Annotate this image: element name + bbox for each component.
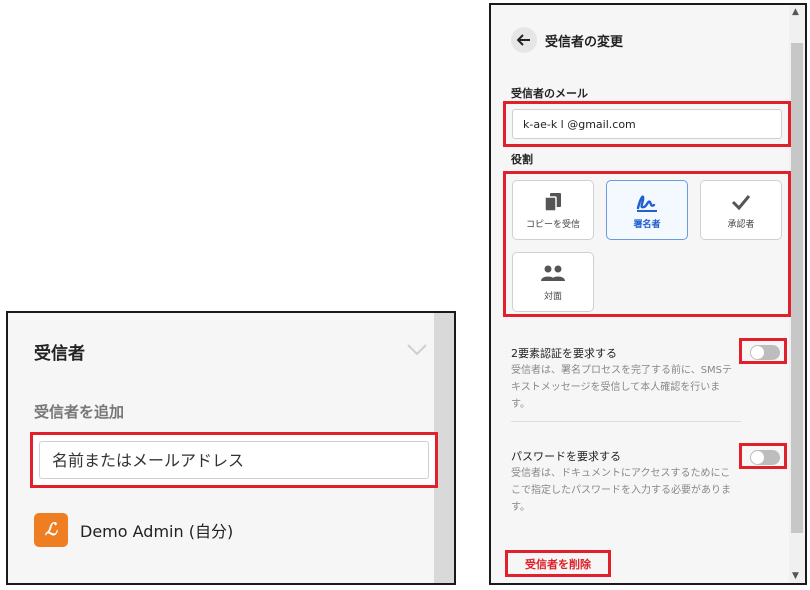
role-option-copy[interactable]: コピーを受信 xyxy=(512,180,594,240)
highlight-box: k-ae-k l @gmail.com xyxy=(503,101,791,147)
recipients-title: 受信者 xyxy=(34,344,85,364)
two-factor-description: 受信者は、署名プロセスを完了する前に、SMSテキストメッセージを受信して本人確認… xyxy=(511,365,733,410)
email-label: 受信者のメール xyxy=(511,87,588,100)
role-option-label: 署名者 xyxy=(633,219,661,230)
arrow-left-icon xyxy=(517,34,530,46)
email-field[interactable]: k-ae-k l @gmail.com xyxy=(512,109,782,139)
scroll-down-icon[interactable]: ▼ xyxy=(792,571,799,581)
highlight-box xyxy=(739,338,787,364)
chevron-down-icon[interactable] xyxy=(406,343,428,357)
highlight-box: コピーを受信 署名者 承認者 対面 xyxy=(503,171,791,317)
password-toggle[interactable] xyxy=(750,450,780,465)
highlight-box xyxy=(30,432,438,488)
password-title: パスワードを要求する xyxy=(511,450,621,463)
highlight-box xyxy=(739,443,787,469)
check-icon xyxy=(731,191,751,213)
page-title: 受信者の変更 xyxy=(545,34,624,50)
panel-header: 受信者の変更 xyxy=(511,27,623,53)
role-option-label: 承認者 xyxy=(727,219,755,230)
two-factor-title: 2要素認証を要求する xyxy=(511,347,617,360)
scroll-up-icon[interactable]: ▲ xyxy=(792,7,799,17)
scrollbar-thumb[interactable] xyxy=(791,43,803,533)
highlight-box: 受信者を削除 xyxy=(505,550,611,577)
scrollbar[interactable]: ▲ ▼ xyxy=(789,5,805,583)
toggle-knob xyxy=(751,346,764,359)
role-option-in-person[interactable]: 対面 xyxy=(512,252,594,312)
divider xyxy=(511,421,741,422)
two-factor-toggle[interactable] xyxy=(750,345,780,360)
user-name: Demo Admin (自分) xyxy=(80,522,234,541)
avatar: ℒ xyxy=(34,513,68,547)
add-recipient-label: 受信者を追加 xyxy=(34,403,125,421)
delete-recipient-button[interactable]: 受信者を削除 xyxy=(525,556,591,572)
password-description: 受信者は、ドキュメントにアクセスするためにここで指定したパスワードを入力する必要… xyxy=(511,468,731,513)
edit-recipient-panel: ▲ ▼ 受信者の変更 受信者のメール k-ae-k l @gmail.com 役… xyxy=(489,3,807,585)
user-suggestion-item[interactable]: ℒ Demo Admin (自分) xyxy=(34,513,233,547)
back-button[interactable] xyxy=(511,27,537,53)
copy-icon xyxy=(544,191,562,213)
role-option-signer[interactable]: 署名者 xyxy=(606,180,688,240)
role-option-approver[interactable]: 承認者 xyxy=(700,180,782,240)
recipient-search-input[interactable] xyxy=(39,441,429,479)
role-option-label: コピーを受信 xyxy=(525,219,580,230)
role-option-label: 対面 xyxy=(543,291,562,302)
toggle-knob xyxy=(751,451,764,464)
signature-icon xyxy=(635,191,659,213)
role-label: 役割 xyxy=(511,153,533,166)
people-icon xyxy=(541,263,565,285)
add-recipient-panel: 受信者 受信者を追加 ℒ Demo Admin (自分) xyxy=(6,311,456,585)
